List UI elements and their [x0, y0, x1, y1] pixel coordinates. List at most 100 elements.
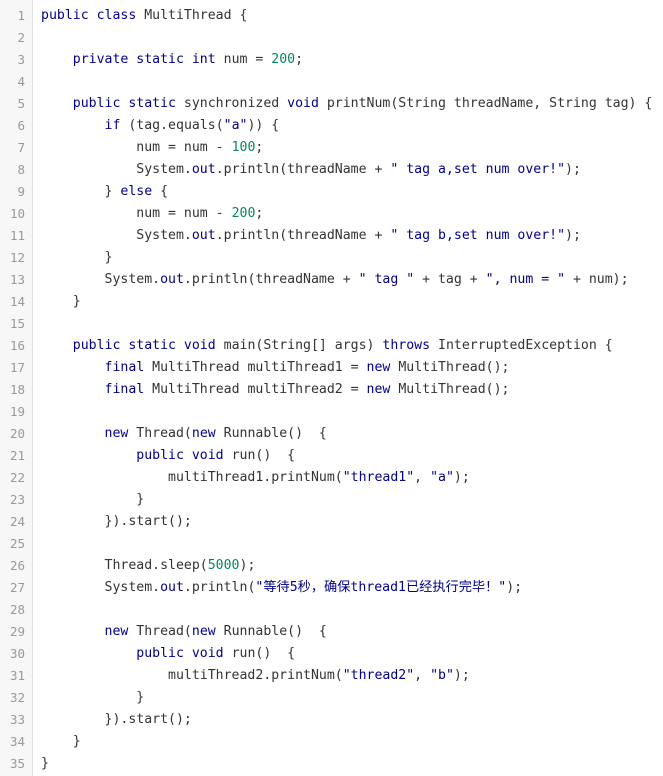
- code-line: 31 multiThread2.printNum("thread2", "b")…: [0, 665, 663, 687]
- code-token: " tag b,set num over!": [390, 228, 566, 243]
- code-text: final MultiThread multiThread1 = new Mul…: [41, 357, 510, 379]
- code-line: 17 final MultiThread multiThread1 = new …: [0, 357, 663, 379]
- code-line: 12 }: [0, 247, 663, 269]
- line-number: 20: [9, 426, 25, 441]
- line-number: 18: [9, 382, 25, 397]
- code-token: System.: [41, 162, 192, 177]
- code-token: new: [104, 426, 129, 441]
- code-line: 8 System.out.println(threadName + " tag …: [0, 159, 663, 181]
- code-token: Thread(: [128, 426, 192, 441]
- code-line: 28: [0, 599, 663, 621]
- code-token: .println(threadName +: [215, 228, 391, 243]
- code-token: private static int: [72, 52, 216, 67]
- code-text: System.out.println(threadName + " tag b,…: [41, 225, 581, 247]
- code-token: Thread(: [128, 624, 192, 639]
- code-line: 25: [0, 533, 663, 555]
- code-token: throws: [382, 338, 431, 353]
- code-token: run() {: [223, 448, 296, 463]
- line-number: 30: [9, 646, 25, 661]
- code-line: 10 num = num - 200;: [0, 203, 663, 225]
- code-line: 1 public class MultiThread {: [0, 5, 663, 27]
- code-line: 14 }: [0, 291, 663, 313]
- code-token: ;: [255, 140, 264, 155]
- line-number: 33: [9, 712, 25, 727]
- line-number: 34: [9, 734, 25, 749]
- code-token: }: [41, 734, 81, 749]
- line-number: 27: [9, 580, 25, 595]
- code-token: .println(threadName +: [183, 272, 359, 287]
- code-line: 19: [0, 401, 663, 423]
- code-text: final MultiThread multiThread2 = new Mul…: [41, 379, 510, 401]
- code-line: 34 }: [0, 731, 663, 753]
- code-token: public void: [136, 448, 224, 463]
- code-text: public static synchronized void printNum…: [41, 93, 653, 115]
- code-text: }: [41, 489, 144, 511]
- code-token: final: [104, 382, 145, 397]
- code-token: run() {: [223, 646, 296, 661]
- code-token: " tag a,set num over!": [390, 162, 566, 177]
- code-token: }: [41, 250, 113, 265]
- code-token: );: [565, 228, 581, 243]
- code-text: }: [41, 753, 49, 775]
- code-line: 35}: [0, 753, 663, 775]
- line-number: 12: [9, 250, 25, 265]
- code-token: new: [191, 426, 216, 441]
- code-editor: 1 public class MultiThread {2 3 private st…: [0, 0, 663, 776]
- line-number: 28: [9, 602, 25, 617]
- code-token: "thread1": [342, 470, 415, 485]
- code-token: void: [287, 96, 319, 111]
- code-line: 30 public void run() {: [0, 643, 663, 665]
- code-text: multiThread2.printNum("thread2", "b");: [41, 665, 470, 687]
- line-number: 35: [9, 756, 25, 771]
- code-text: }: [41, 687, 144, 709]
- code-token: " tag ": [358, 272, 415, 287]
- line-number: 16: [9, 338, 25, 353]
- code-token: );: [453, 470, 470, 485]
- code-text: }: [41, 247, 113, 269]
- code-line: 21 public void run() {: [0, 445, 663, 467]
- code-text: new Thread(new Runnable() {: [41, 423, 327, 445]
- code-text: System.out.println(threadName + " tag " …: [41, 269, 629, 291]
- code-token: .println(threadName +: [215, 162, 391, 177]
- code-token: Runnable() {: [215, 624, 327, 639]
- line-number: 9: [17, 184, 25, 199]
- code-token: out: [191, 228, 216, 243]
- code-token: }: [41, 690, 145, 705]
- code-token: ,: [414, 668, 431, 683]
- code-token: "b": [430, 668, 454, 683]
- code-text: }).start();: [41, 709, 192, 731]
- code-token: synchronized: [175, 96, 288, 111]
- code-line: 15: [0, 313, 663, 335]
- code-token: num = num -: [41, 140, 232, 155]
- code-token: )) {: [247, 118, 280, 133]
- code-token: ", num = ": [485, 272, 566, 287]
- code-line: 6 if (tag.equals("a")) {: [0, 115, 663, 137]
- code-lines: 1 public class MultiThread {2 3 private st…: [0, 5, 663, 775]
- line-number: 31: [9, 668, 25, 683]
- code-token: );: [239, 558, 256, 573]
- line-number: 15: [9, 316, 25, 331]
- code-text: if (tag.equals("a")) {: [41, 115, 280, 137]
- line-number: 7: [17, 140, 25, 155]
- code-token: new: [366, 360, 391, 375]
- line-number: 24: [9, 514, 25, 529]
- code-token: (tag.equals(: [120, 118, 224, 133]
- line-number: 10: [9, 206, 25, 221]
- code-token: "thread2": [342, 668, 415, 683]
- code-token: }: [41, 756, 49, 771]
- code-line: 13 System.out.println(threadName + " tag…: [0, 269, 663, 291]
- code-text: public void run() {: [41, 445, 295, 467]
- code-token: MultiThread multiThread1 =: [144, 360, 367, 375]
- line-number: 5: [17, 96, 25, 111]
- code-token: .println(: [183, 580, 256, 595]
- code-text: multiThread1.printNum("thread1", "a");: [41, 467, 470, 489]
- code-token: MultiThread();: [390, 360, 510, 375]
- code-token: out: [191, 162, 216, 177]
- code-token: );: [506, 580, 523, 595]
- code-line: 5 public static synchronized void printN…: [0, 93, 663, 115]
- code-token: Thread.sleep(: [41, 558, 208, 573]
